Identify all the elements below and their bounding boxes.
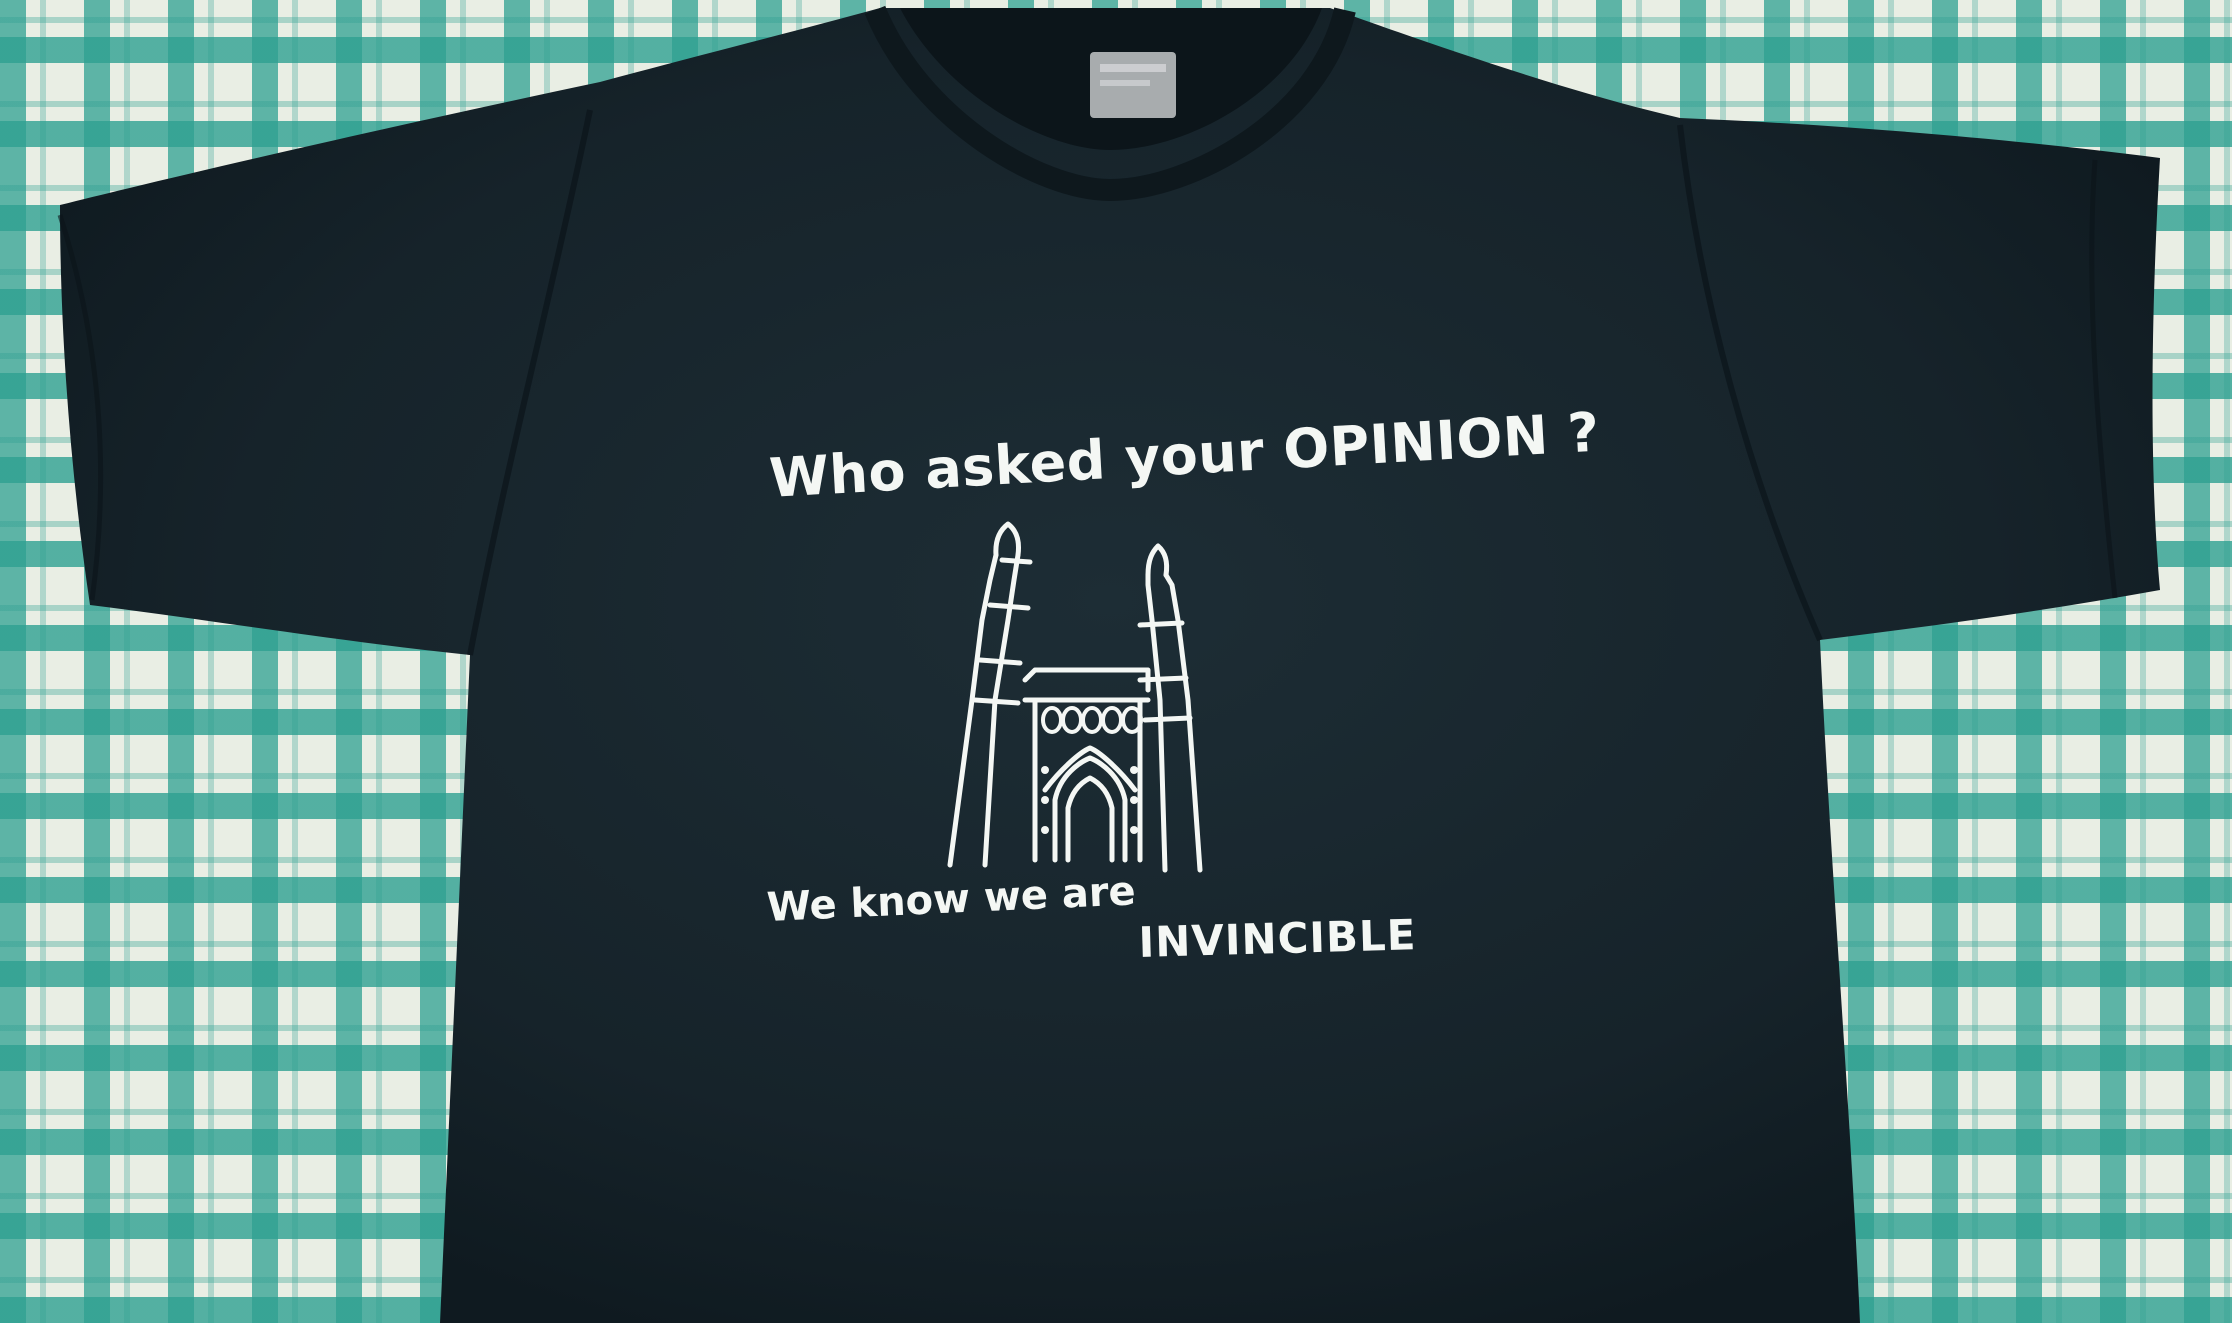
- tshirt-illustration: [57, 5, 2160, 1323]
- tshirt-body: [60, 8, 2160, 1323]
- photo-scene: Who asked your OPINION ? We know we are …: [0, 0, 2232, 1323]
- shirt-emphasis: INVINCIBLE: [1137, 910, 1418, 967]
